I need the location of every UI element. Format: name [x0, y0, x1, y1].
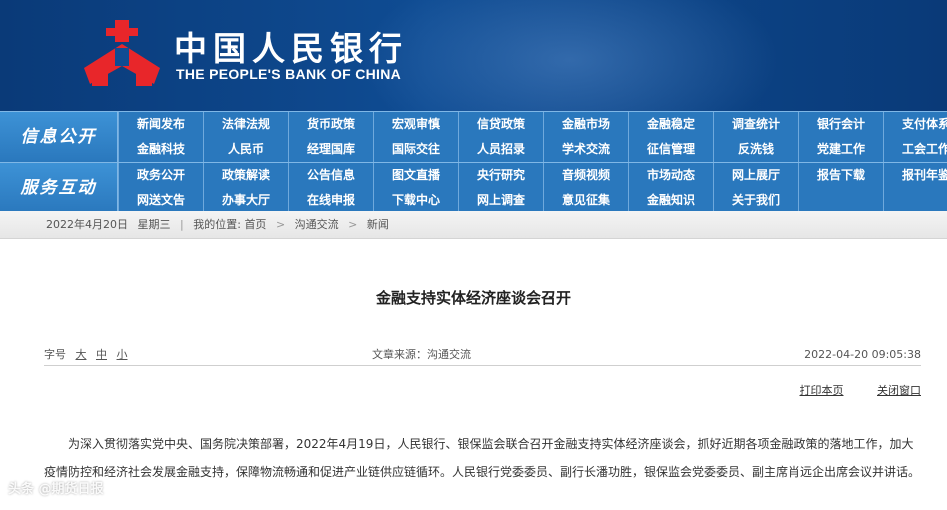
- nav-item[interactable]: 网上调查: [458, 188, 543, 213]
- article-datetime: 2022-04-20 09:05:38: [804, 348, 921, 361]
- nav-grid-service: 政务公开 政策解读 公告信息 图文直播 央行研究 音频视频 市场动态 网上展厅 报告下载 报刊年鉴…: [118, 163, 947, 213]
- article-meta: 字号 大 中 小 文章来源：沟通交流 2022-04-20 09:05:38: [44, 346, 921, 366]
- nav-item[interactable]: 征信管理: [628, 137, 713, 162]
- nav-item-empty: [883, 188, 947, 213]
- location-label: 我的位置:: [193, 218, 241, 231]
- nav-item[interactable]: 银行会计: [798, 112, 883, 137]
- breadcrumb-bar: 2022年4月20日 星期三 | 我的位置: 首页 > 沟通交流 > 新闻: [0, 211, 947, 239]
- chevron-right-icon: >: [348, 218, 358, 231]
- nav-item[interactable]: 在线申报: [288, 188, 373, 213]
- nav-item[interactable]: 政务公开: [118, 163, 203, 188]
- breadcrumb-communication[interactable]: 沟通交流: [295, 218, 339, 231]
- nav-item[interactable]: 学术交流: [543, 137, 628, 162]
- nav-item[interactable]: 网送文告: [118, 188, 203, 213]
- nav-group-info: 信息公开 新闻发布 法律法规 货币政策 宏观审慎 信贷政策 金融市场 金融稳定 调查统计 银行会…: [0, 112, 947, 162]
- nav-item[interactable]: 音频视频: [543, 163, 628, 188]
- nav-item[interactable]: 党建工作: [798, 137, 883, 162]
- nav-item[interactable]: 法律法规: [203, 112, 288, 137]
- article-title: 金融支持实体经济座谈会召开: [375, 289, 571, 307]
- nav-item[interactable]: 意见征集: [543, 188, 628, 213]
- article-paragraph: 为深入贯彻落实党中央、国务院决策部署，2022年4月19日，人民银行、银保监会联…: [44, 437, 921, 479]
- nav-item[interactable]: 工会工作: [883, 137, 947, 162]
- nav-grid-info: 新闻发布 法律法规 货币政策 宏观审慎 信贷政策 金融市场 金融稳定 调查统计 银行会计 支付体系…: [118, 112, 947, 162]
- nav-item[interactable]: 关于我们: [713, 188, 798, 213]
- nav-item[interactable]: 报告下载: [798, 163, 883, 188]
- nav-item[interactable]: 下载中心: [373, 188, 458, 213]
- article-source: 文章来源：沟通交流: [372, 348, 471, 361]
- breadcrumb-news[interactable]: 新闻: [367, 218, 389, 231]
- nav-item[interactable]: 央行研究: [458, 163, 543, 188]
- article-body: 为深入贯彻落实党中央、国务院决策部署，2022年4月19日，人民银行、银保监会联…: [44, 430, 921, 486]
- bank-name-cn[interactable]: 中国人民银行: [174, 22, 408, 70]
- nav-item[interactable]: 人员招录: [458, 137, 543, 162]
- nav-label-service: 服务互动: [0, 163, 118, 213]
- nav-item[interactable]: 金融市场: [543, 112, 628, 137]
- header-glow: [360, 0, 780, 111]
- nav-item[interactable]: 调查统计: [713, 112, 798, 137]
- nav-item[interactable]: 办事大厅: [203, 188, 288, 213]
- article-actions: 打印本页 关闭窗口: [770, 382, 922, 398]
- breadcrumb-divider: |: [180, 218, 184, 231]
- nav-item[interactable]: 信贷政策: [458, 112, 543, 137]
- emblem-shape: [84, 20, 160, 86]
- nav-item[interactable]: 支付体系: [883, 112, 947, 137]
- nav-item[interactable]: 金融稳定: [628, 112, 713, 137]
- nav-item[interactable]: 宏观审慎: [373, 112, 458, 137]
- font-size-large[interactable]: 大: [76, 348, 87, 361]
- print-page-link[interactable]: 打印本页: [800, 384, 844, 397]
- nav-item[interactable]: 公告信息: [288, 163, 373, 188]
- main-nav: 信息公开 新闻发布 法律法规 货币政策 宏观审慎 信贷政策 金融市场 金融稳定 调查统计 银行会…: [0, 111, 947, 213]
- bank-name-en[interactable]: THE PEOPLE'S BANK OF CHINA: [176, 66, 401, 82]
- current-weekday: 星期三: [137, 218, 171, 231]
- breadcrumb: 2022年4月20日 星期三 | 我的位置: 首页 > 沟通交流 > 新闻: [46, 211, 389, 239]
- font-size-label: 字号: [44, 348, 66, 361]
- nav-group-service: 服务互动 政务公开 政策解读 公告信息 图文直播 央行研究 音频视频 市场动态 网上展厅 报告下…: [0, 162, 947, 213]
- nav-item[interactable]: 货币政策: [288, 112, 373, 137]
- nav-item[interactable]: 市场动态: [628, 163, 713, 188]
- nav-item[interactable]: 新闻发布: [118, 112, 203, 137]
- nav-item[interactable]: 图文直播: [373, 163, 458, 188]
- nav-item[interactable]: 金融科技: [118, 137, 203, 162]
- nav-item[interactable]: 经理国库: [288, 137, 373, 162]
- nav-item[interactable]: 报刊年鉴: [883, 163, 947, 188]
- font-size-small[interactable]: 小: [117, 348, 128, 361]
- nav-item[interactable]: 政策解读: [203, 163, 288, 188]
- chevron-right-icon: >: [275, 218, 286, 231]
- nav-item[interactable]: 人民币: [203, 137, 288, 162]
- breadcrumb-home[interactable]: 首页: [244, 218, 266, 231]
- nav-item-empty: [798, 188, 883, 213]
- pboc-emblem-icon[interactable]: [82, 18, 162, 90]
- nav-item[interactable]: 网上展厅: [713, 163, 798, 188]
- font-size-medium[interactable]: 中: [96, 348, 107, 361]
- nav-label-info: 信息公开: [0, 112, 118, 162]
- nav-item[interactable]: 反洗钱: [713, 137, 798, 162]
- current-date: 2022年4月20日: [46, 218, 128, 231]
- close-window-link[interactable]: 关闭窗口: [877, 384, 921, 397]
- nav-item[interactable]: 金融知识: [628, 188, 713, 213]
- font-size-selector: 字号 大 中 小: [44, 346, 128, 364]
- site-header: 中国人民银行 THE PEOPLE'S BANK OF CHINA: [0, 0, 947, 111]
- nav-item[interactable]: 国际交往: [373, 137, 458, 162]
- watermark: 头条 @期货日报: [8, 482, 104, 497]
